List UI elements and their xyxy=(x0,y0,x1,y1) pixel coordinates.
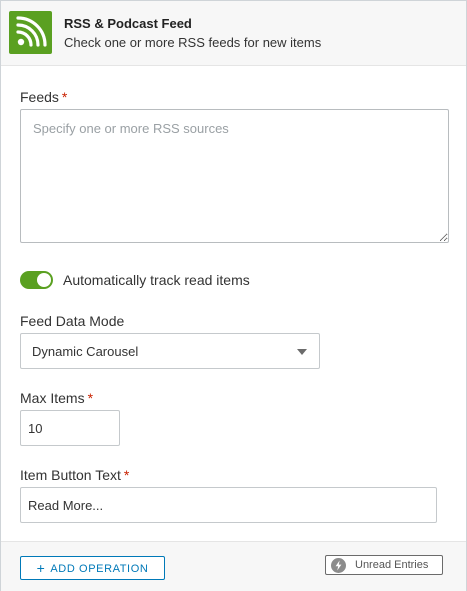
add-operation-label: ADD OPERATION xyxy=(50,563,149,575)
max-items-label: Max Items * xyxy=(20,390,94,406)
max-items-input[interactable] xyxy=(20,410,120,446)
toggle-knob xyxy=(37,273,51,287)
add-operation-button[interactable]: + ADD OPERATION xyxy=(20,556,165,580)
feeds-label: Feeds * xyxy=(20,89,68,105)
card-footer: + ADD OPERATION Unread Entries xyxy=(1,541,466,591)
feed-data-mode-value: Dynamic Carousel xyxy=(32,344,139,359)
rss-feed-card: RSS & Podcast Feed Check one or more RSS… xyxy=(0,0,467,591)
item-button-text-label: Item Button Text * xyxy=(20,467,130,483)
unread-entries-label: Unread Entries xyxy=(355,559,429,571)
required-marker: * xyxy=(87,390,94,406)
feed-data-mode-select[interactable]: Dynamic Carousel xyxy=(20,333,320,369)
unread-entries-badge: Unread Entries xyxy=(325,555,443,575)
track-read-label: Automatically track read items xyxy=(63,272,250,288)
chevron-down-icon xyxy=(297,349,307,355)
plus-icon: + xyxy=(36,560,46,576)
track-read-toggle[interactable] xyxy=(20,271,53,289)
required-marker: * xyxy=(123,467,130,483)
feeds-textarea[interactable] xyxy=(20,109,449,243)
rss-icon xyxy=(9,11,52,54)
card-header: RSS & Podcast Feed Check one or more RSS… xyxy=(1,1,466,66)
lightning-icon xyxy=(331,558,346,573)
card-subtitle: Check one or more RSS feeds for new item… xyxy=(64,35,322,50)
item-button-text-input[interactable] xyxy=(20,487,437,523)
required-marker: * xyxy=(61,89,68,105)
card-title: RSS & Podcast Feed xyxy=(64,16,192,31)
feed-data-mode-label: Feed Data Mode xyxy=(20,313,125,329)
